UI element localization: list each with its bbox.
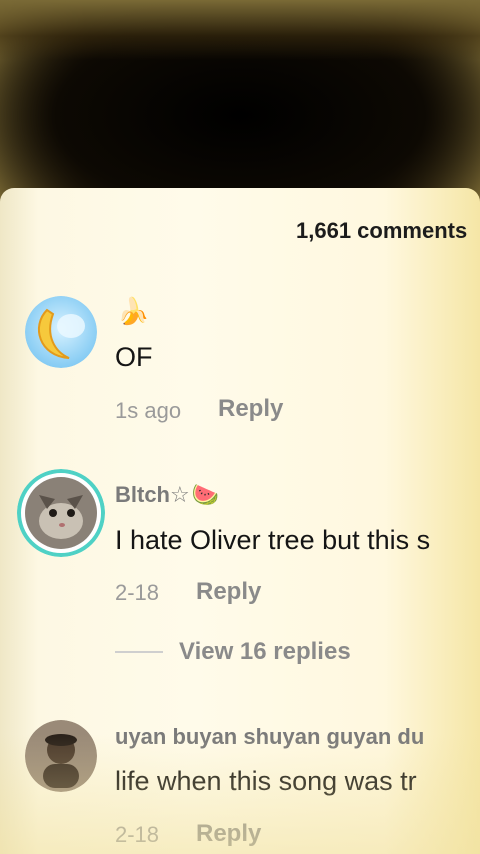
comments-sheet: 1,661 comments 🍌 OF 1s ago Reply Bltch☆🍉…	[0, 188, 480, 854]
comment-text: OF	[115, 342, 153, 372]
reply-button[interactable]: Reply	[196, 820, 261, 848]
comment-text: life when this song was tr	[115, 766, 417, 796]
replies-divider	[115, 651, 163, 653]
username-text: Bltch☆	[115, 482, 190, 507]
comment-text: I hate Oliver tree but this s	[115, 525, 431, 555]
comment-username[interactable]: uyan buyan shuyan guyan du	[115, 724, 424, 750]
watermelon-emoji: 🍉	[191, 482, 220, 507]
comment-time: 1s ago	[115, 398, 182, 423]
reply-button[interactable]: Reply	[218, 395, 283, 423]
view-replies-button[interactable]: View 16 replies	[179, 638, 351, 666]
cat-avatar-icon[interactable]	[17, 469, 105, 557]
banana-moon-avatar-icon[interactable]	[25, 296, 97, 368]
reply-button[interactable]: Reply	[196, 578, 261, 606]
comment-time: 2-18	[115, 822, 160, 847]
comment-username-emoji[interactable]: 🍌	[115, 296, 149, 327]
comment-username[interactable]: Bltch☆🍉	[115, 482, 219, 508]
banana-emoji: 🍌	[117, 296, 150, 326]
comment-time: 2-18	[115, 580, 160, 605]
person-avatar-icon[interactable]	[25, 720, 97, 792]
comment-count: 1,661 comments	[296, 218, 468, 243]
video-backdrop	[0, 0, 480, 210]
